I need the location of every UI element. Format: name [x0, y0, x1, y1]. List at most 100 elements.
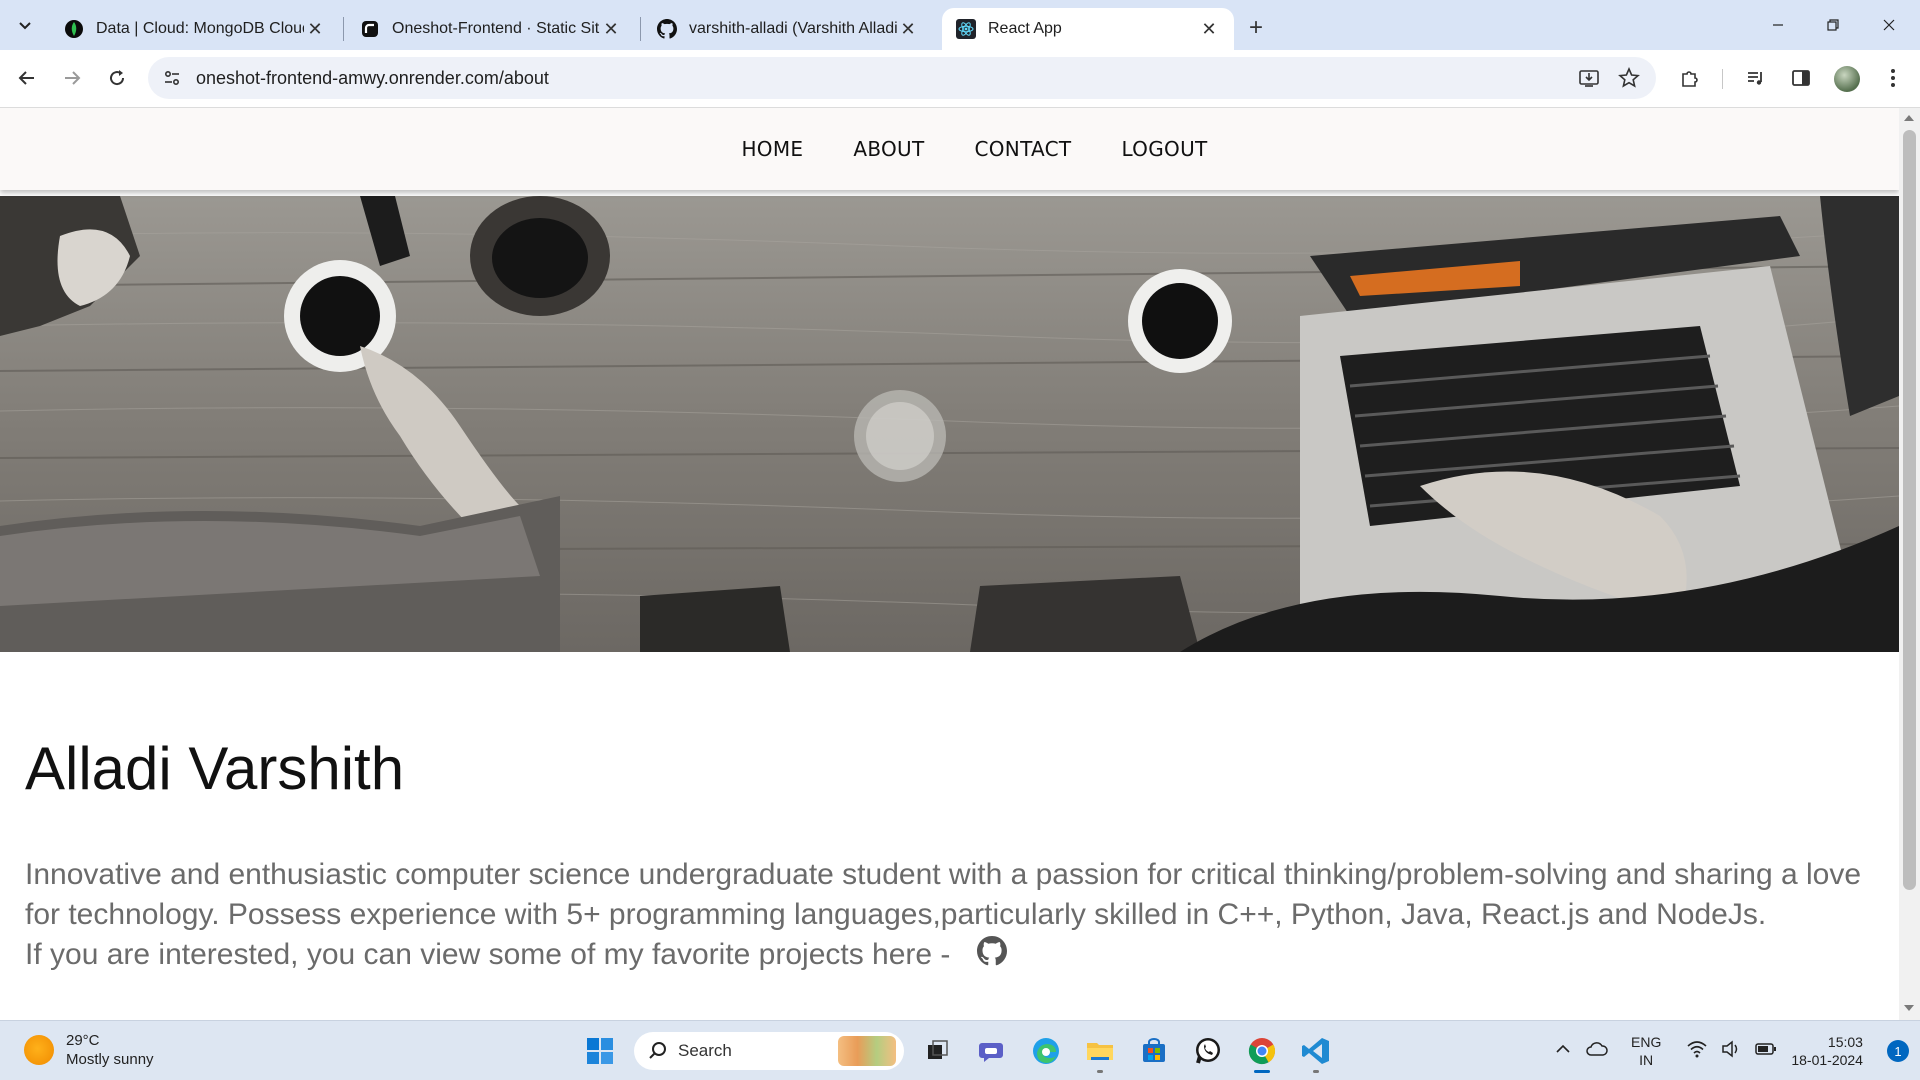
- arrow-right-icon: [65, 71, 81, 85]
- volume-icon[interactable]: [1721, 1039, 1741, 1063]
- close-window-button[interactable]: [1866, 8, 1912, 42]
- battery-icon[interactable]: [1755, 1042, 1777, 1061]
- restore-button[interactable]: [1810, 8, 1856, 42]
- site-info-icon[interactable]: [162, 68, 182, 93]
- clock-date: 18-01-2024: [1791, 1052, 1863, 1068]
- reload-icon: [110, 70, 125, 86]
- tab-github[interactable]: varshith-alladi (Varshith Alladi) ✕: [643, 8, 933, 50]
- system-tray: ENG IN 15:03 18-01-2024 1: [1555, 1021, 1909, 1080]
- tab-title: React App: [988, 20, 1062, 37]
- task-view-icon: [928, 1040, 948, 1059]
- hero-photo-desk-coffee-laptop: [0, 196, 1899, 652]
- windows-logo-icon: [587, 1038, 613, 1064]
- region-code: IN: [1639, 1052, 1654, 1068]
- minimize-icon: [1773, 24, 1783, 26]
- mongodb-leaf-icon: [64, 19, 84, 39]
- chrome-icon: [1248, 1038, 1276, 1065]
- lang-code: ENG: [1631, 1034, 1662, 1050]
- tab-title: Data | Cloud: MongoDB Cloud: [96, 20, 304, 37]
- github-icon: [657, 19, 677, 39]
- windows-taskbar: 29°C Mostly sunny Search ENG IN 15:03 18…: [0, 1020, 1920, 1080]
- media-controls-button[interactable]: [1738, 60, 1774, 96]
- store-bag-icon: [1143, 1038, 1165, 1062]
- taskbar-clock[interactable]: 15:03 18-01-2024: [1791, 1033, 1863, 1069]
- vscode-button[interactable]: [1296, 1031, 1336, 1073]
- chat-icon: [979, 1043, 1003, 1062]
- scrollbar-thumb[interactable]: [1903, 130, 1916, 890]
- tab-render[interactable]: Oneshot-Frontend · Static Site ✕: [346, 8, 636, 50]
- clock-time: 15:03: [1827, 1034, 1863, 1050]
- start-button[interactable]: [580, 1031, 620, 1071]
- new-tab-button[interactable]: +: [1240, 12, 1272, 44]
- search-highlight-image: [838, 1036, 896, 1066]
- install-app-icon[interactable]: [1578, 67, 1600, 94]
- github-icon: [976, 936, 1007, 966]
- restore-icon: [1827, 19, 1839, 31]
- scroll-up-arrow[interactable]: [1904, 115, 1914, 121]
- hero-image: [0, 196, 1899, 652]
- side-panel-button[interactable]: [1783, 60, 1819, 96]
- minimize-button[interactable]: [1755, 8, 1801, 42]
- tab-mongodb[interactable]: Data | Cloud: MongoDB Cloud ✕: [50, 8, 340, 50]
- url-text[interactable]: oneshot-frontend-amwy.onrender.com/about: [196, 68, 549, 89]
- forward-button[interactable]: [54, 60, 90, 96]
- close-icon: [1883, 19, 1895, 31]
- notification-badge[interactable]: 1: [1886, 1040, 1909, 1062]
- weather-desc: Mostly sunny: [66, 1051, 154, 1068]
- page-scrollbar[interactable]: [1899, 108, 1920, 1020]
- tab-title: varshith-alladi (Varshith Alladi): [689, 20, 897, 37]
- taskbar-apps: Search: [580, 1031, 1336, 1073]
- file-explorer-button[interactable]: [1080, 1031, 1120, 1073]
- teams-chat-button[interactable]: [972, 1031, 1012, 1071]
- scroll-down-arrow[interactable]: [1904, 1005, 1914, 1011]
- edge-button[interactable]: [1026, 1031, 1066, 1071]
- vscode-icon: [1302, 1038, 1329, 1064]
- tab-search-button[interactable]: [10, 11, 40, 41]
- edge-browser-icon: [1033, 1038, 1059, 1064]
- close-icon[interactable]: ✕: [1198, 18, 1220, 40]
- profile-avatar[interactable]: [1834, 66, 1860, 92]
- address-bar[interactable]: oneshot-frontend-amwy.onrender.com/about: [148, 57, 1656, 99]
- weather-widget[interactable]: 29°C Mostly sunny: [24, 1031, 154, 1069]
- onedrive-button[interactable]: [1585, 1040, 1609, 1063]
- back-button[interactable]: [9, 60, 45, 96]
- bookmark-star-icon[interactable]: [1618, 66, 1640, 94]
- sun-cloud-icon: [24, 1035, 54, 1065]
- nav-logout-link[interactable]: LOGOUT: [1121, 137, 1207, 161]
- taskbar-search[interactable]: Search: [634, 1032, 904, 1070]
- render-logo-icon: [360, 19, 380, 39]
- close-icon[interactable]: ✕: [600, 18, 622, 40]
- bio-text: Innovative and enthusiastic computer sci…: [25, 858, 1862, 931]
- whatsapp-button[interactable]: [1188, 1031, 1228, 1071]
- nav-contact-link[interactable]: CONTACT: [975, 137, 1072, 161]
- about-content: Alladi Varshith Innovative and enthusias…: [25, 734, 1885, 975]
- browser-toolbar: oneshot-frontend-amwy.onrender.com/about: [0, 50, 1920, 108]
- search-placeholder: Search: [678, 1041, 732, 1060]
- close-icon[interactable]: ✕: [304, 18, 326, 40]
- close-icon[interactable]: ✕: [897, 18, 919, 40]
- puzzle-icon: [1682, 71, 1698, 87]
- wifi-icon[interactable]: [1687, 1040, 1707, 1063]
- microsoft-store-button[interactable]: [1134, 1031, 1174, 1071]
- weather-temp: 29°C: [66, 1032, 100, 1049]
- show-hidden-icons-button[interactable]: [1555, 1041, 1571, 1062]
- more-vertical-icon: [1891, 69, 1895, 87]
- site-navbar: HOME ABOUT CONTACT LOGOUT: [0, 108, 1899, 190]
- nav-about-link[interactable]: ABOUT: [853, 137, 924, 161]
- plus-icon: +: [1248, 14, 1263, 41]
- task-view-button[interactable]: [918, 1031, 958, 1071]
- whatsapp-icon: [1196, 1038, 1220, 1064]
- page-viewport: HOME ABOUT CONTACT LOGOUT Alladi Varshit…: [0, 108, 1899, 1020]
- browser-menu-button[interactable]: [1875, 60, 1911, 96]
- github-projects-link[interactable]: [976, 936, 1007, 966]
- chrome-button[interactable]: [1242, 1031, 1282, 1073]
- tab-react-app[interactable]: React App ✕: [942, 8, 1234, 50]
- chevron-down-icon: [19, 22, 31, 30]
- reload-button[interactable]: [99, 60, 135, 96]
- extensions-button[interactable]: [1672, 60, 1708, 96]
- tab-separator: [640, 17, 641, 41]
- input-language-indicator[interactable]: ENG IN: [1631, 1033, 1661, 1069]
- nav-home-link[interactable]: HOME: [741, 137, 803, 161]
- profile-name-heading: Alladi Varshith: [25, 735, 405, 802]
- toolbar-separator: [1722, 69, 1723, 89]
